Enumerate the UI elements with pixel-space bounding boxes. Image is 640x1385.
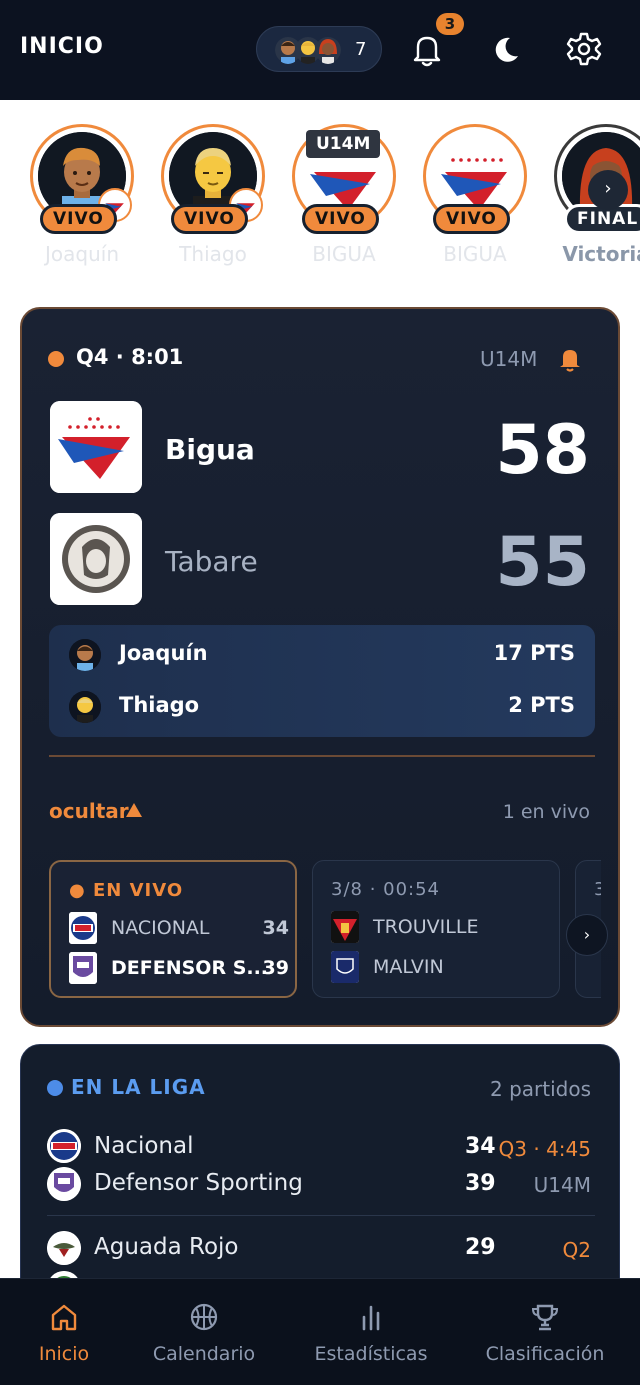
team-logo-defensor bbox=[69, 952, 97, 984]
chevron-right-icon[interactable]: › bbox=[588, 170, 628, 210]
live-badge: VIVO bbox=[302, 204, 379, 234]
league-game-clock: Q2 bbox=[562, 1238, 591, 1262]
followed-players-stats: Joaquín 17 PTS Thiago 2 PTS bbox=[49, 625, 595, 737]
hide-toggle[interactable]: ocultar bbox=[49, 799, 129, 823]
mini-game-status: 3/8 · 00:54 bbox=[331, 879, 441, 900]
player-row[interactable]: Thiago 2 PTS bbox=[49, 681, 595, 733]
player-points: 2 PTS bbox=[508, 693, 575, 717]
team-logo-nacional bbox=[47, 1129, 81, 1163]
league-team-score: 39 bbox=[465, 1171, 496, 1196]
player-avatar bbox=[69, 691, 101, 723]
other-games-carousel: ● EN VIVO NACIONAL 34 DEFENSOR S... 39 3… bbox=[49, 860, 601, 998]
mini-game-score: 34 bbox=[262, 917, 289, 939]
team-logo-malvin bbox=[331, 951, 359, 983]
category-tag: U14M bbox=[306, 130, 381, 158]
story-bigua-u14m[interactable]: U14M VIVO BIGUA bbox=[292, 124, 396, 274]
live-indicator-dot bbox=[48, 351, 64, 367]
nav-estadisticas[interactable]: Estadísticas bbox=[306, 1279, 436, 1385]
away-team-score: 55 bbox=[495, 523, 590, 602]
player-avatar bbox=[69, 639, 101, 671]
player-name: Thiago bbox=[119, 693, 200, 717]
chevron-right-icon[interactable]: › bbox=[566, 914, 608, 956]
bell-icon[interactable] bbox=[556, 345, 584, 373]
home-team-score: 58 bbox=[495, 411, 590, 490]
nav-label: Estadísticas bbox=[314, 1343, 428, 1365]
page-title: INICIO bbox=[20, 34, 104, 59]
nav-calendario[interactable]: Calendario bbox=[140, 1279, 268, 1385]
story-name: BIGUA bbox=[312, 242, 376, 266]
trophy-icon bbox=[531, 1304, 559, 1331]
bottom-navigation: Inicio Calendario Estadísticas Clasifica… bbox=[0, 1278, 640, 1385]
player-name: Joaquín bbox=[119, 641, 208, 665]
away-team-name: Tabare bbox=[165, 545, 258, 578]
caret-up-icon[interactable] bbox=[126, 803, 142, 817]
live-games-count: 1 en vivo bbox=[502, 801, 590, 823]
team-logo-aguada bbox=[47, 1231, 81, 1265]
home-team-name: Bigua bbox=[165, 433, 255, 466]
nav-clasificacion[interactable]: Clasificación bbox=[478, 1279, 612, 1385]
player-row[interactable]: Joaquín 17 PTS bbox=[49, 629, 595, 681]
mini-game-row: TROUVILLE bbox=[331, 911, 551, 943]
gear-icon[interactable] bbox=[566, 31, 602, 67]
mini-game-team: MALVIN bbox=[373, 956, 444, 978]
followed-stories-row: VIVO Joaquín VIVO Thiago U14M VIVO BIGUA… bbox=[0, 100, 640, 280]
divider bbox=[47, 1215, 595, 1216]
team-logo-nacional bbox=[69, 912, 97, 944]
nav-label: Clasificación bbox=[485, 1343, 605, 1365]
story-name: Thiago bbox=[179, 242, 247, 266]
mini-game-score: 39 bbox=[262, 957, 289, 979]
mini-game-card[interactable]: 3/8 · 00:54 TROUVILLE MALVIN bbox=[312, 860, 560, 998]
basketball-icon bbox=[190, 1303, 218, 1331]
league-game-category: U14M bbox=[533, 1173, 591, 1197]
team-logo-tabare bbox=[50, 513, 142, 605]
bar-chart-icon bbox=[362, 1305, 380, 1331]
moon-icon[interactable] bbox=[490, 34, 522, 66]
team-logo-bigua bbox=[50, 401, 142, 493]
mini-game-team: NACIONAL bbox=[111, 917, 210, 939]
mini-game-team: DEFENSOR S... bbox=[111, 957, 269, 979]
home-icon bbox=[51, 1304, 77, 1331]
league-title: EN LA LIGA bbox=[71, 1075, 206, 1099]
story-thiago[interactable]: VIVO Thiago bbox=[161, 124, 265, 274]
league-games-count: 2 partidos bbox=[489, 1077, 591, 1101]
story-name: BIGUA bbox=[443, 242, 507, 266]
team-logo-trouville bbox=[331, 911, 359, 943]
live-badge: VIVO bbox=[433, 204, 510, 234]
divider bbox=[49, 755, 595, 757]
player-avatar-icon bbox=[315, 37, 341, 64]
story-name: Victoria bbox=[562, 242, 640, 266]
league-team-name: Defensor Sporting bbox=[94, 1170, 303, 1196]
league-team-name: Aguada Rojo bbox=[94, 1234, 239, 1260]
league-game-clock: Q3 · 4:45 bbox=[498, 1137, 591, 1161]
game-category: U14M bbox=[480, 347, 538, 371]
mini-game-team: TROUVILLE bbox=[373, 916, 479, 938]
league-indicator-dot bbox=[47, 1080, 63, 1096]
notification-count-badge: 3 bbox=[436, 13, 464, 35]
game-clock: Q4 · 8:01 bbox=[76, 345, 184, 369]
league-team-score: 34 bbox=[465, 1134, 496, 1159]
nav-inicio[interactable]: Inicio bbox=[0, 1279, 128, 1385]
league-team-score: 29 bbox=[465, 1235, 496, 1260]
live-badge: VIVO bbox=[171, 204, 248, 234]
player-points: 17 PTS bbox=[493, 641, 575, 665]
story-bigua[interactable]: VIVO BIGUA bbox=[423, 124, 527, 274]
live-game-card[interactable]: Q4 · 8:01 U14M Bigua 58 Tabare 55 Joaquí… bbox=[20, 307, 620, 1027]
bell-icon[interactable] bbox=[408, 30, 446, 68]
mini-game-row: DEFENSOR S... 39 bbox=[69, 952, 289, 984]
top-bar: INICIO 7 3 bbox=[0, 0, 640, 100]
mini-game-status: 3 bbox=[594, 879, 601, 900]
mini-game-row: MALVIN bbox=[331, 951, 551, 983]
followers-count: 7 bbox=[355, 39, 367, 60]
league-team-name: Nacional bbox=[94, 1133, 194, 1159]
nav-label: Calendario bbox=[152, 1343, 256, 1365]
mini-game-row: NACIONAL 34 bbox=[69, 912, 289, 944]
story-joaquin[interactable]: VIVO Joaquín bbox=[30, 124, 134, 274]
story-name: Joaquín bbox=[45, 242, 119, 266]
live-badge: VIVO bbox=[40, 204, 117, 234]
followed-players-button[interactable]: 7 bbox=[256, 26, 382, 72]
team-logo-defensor bbox=[47, 1167, 81, 1201]
mini-game-status: ● EN VIVO bbox=[69, 880, 184, 901]
nav-label: Inicio bbox=[38, 1343, 90, 1365]
mini-game-card[interactable]: ● EN VIVO NACIONAL 34 DEFENSOR S... 39 bbox=[49, 860, 297, 998]
